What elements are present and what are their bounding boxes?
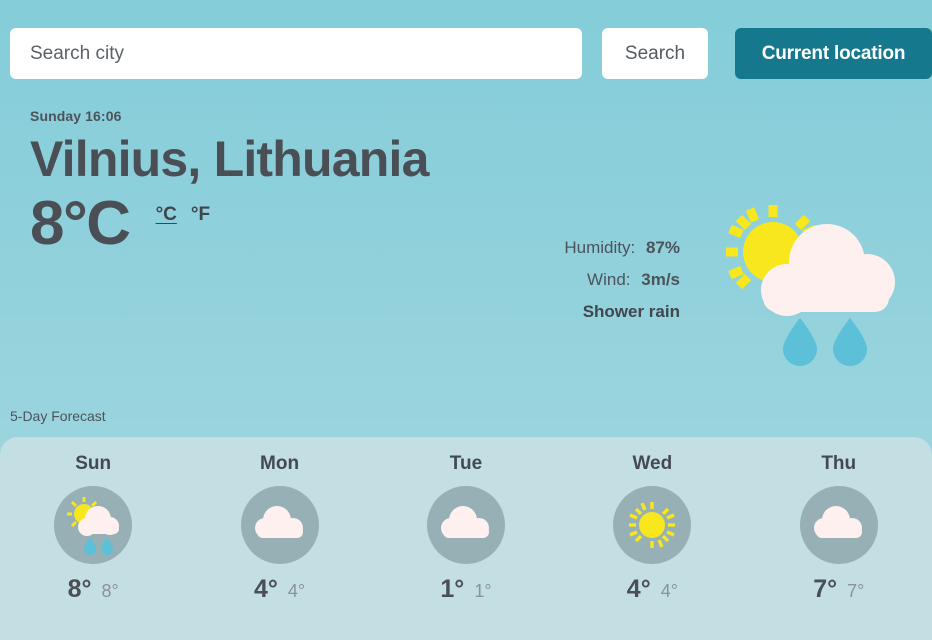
humidity-row: Humidity: 87%: [430, 238, 680, 258]
forecast-title: 5-Day Forecast: [10, 408, 106, 424]
forecast-card[interactable]: Wed 4° 4°: [577, 453, 727, 604]
forecast-card[interactable]: Mon 4° 4°: [205, 453, 355, 604]
forecast-min-temp: 4°: [660, 581, 678, 601]
unit-celsius-link[interactable]: °C: [156, 204, 177, 226]
forecast-max-temp: 8°: [67, 575, 92, 603]
forecast-temps: 7° 7°: [813, 575, 864, 604]
search-bar: Search Current location: [10, 28, 932, 79]
forecast-max-temp: 1°: [440, 575, 465, 603]
cloud-icon: [799, 486, 878, 564]
forecast-day-label: Thu: [821, 453, 857, 474]
humidity-value: 87%: [645, 238, 680, 257]
forecast-temps: 8° 8°: [68, 575, 119, 604]
city-name: Vilnius, Lithuania: [30, 131, 429, 187]
weather-description: Shower rain: [582, 302, 680, 321]
sun-cloud-rain-icon: [705, 200, 895, 370]
search-button[interactable]: Search: [602, 28, 708, 79]
unit-fahrenheit-link[interactable]: °F: [191, 204, 210, 226]
humidity-label: Humidity:: [564, 238, 636, 257]
forecast-card[interactable]: Tue 1° 1°: [391, 453, 541, 604]
unit-toggle: °C °F: [156, 204, 211, 244]
forecast-day-label: Tue: [449, 453, 483, 474]
forecast-panel: Sun 8° 8° Mon 4° 4° Tue 1° 1° Wed 4° 4° …: [0, 437, 932, 640]
weather-details: Humidity: 87% Wind: 3m/s Shower rain: [430, 238, 680, 322]
forecast-max-temp: 7°: [813, 575, 838, 603]
forecast-day-label: Mon: [260, 453, 300, 474]
forecast-min-temp: 4°: [287, 581, 306, 601]
current-temperature: 8°C: [30, 189, 131, 258]
sun-icon: [613, 486, 692, 564]
cloud-icon: [426, 486, 505, 564]
forecast-day-label: Wed: [632, 453, 673, 474]
current-datetime: Sunday 16:06: [30, 108, 122, 124]
forecast-temps: 4° 4°: [254, 575, 305, 604]
wind-label: Wind:: [587, 270, 631, 289]
forecast-max-temp: 4°: [626, 575, 651, 603]
forecast-min-temp: 8°: [101, 581, 119, 601]
forecast-min-temp: 7°: [847, 581, 865, 601]
forecast-card[interactable]: Thu 7° 7°: [764, 453, 914, 604]
forecast-day-label: Sun: [75, 453, 112, 474]
forecast-temps: 1° 1°: [440, 575, 491, 604]
current-weather: Sunday 16:06 Vilnius, Lithuania 8°C °C °…: [30, 108, 590, 255]
forecast-min-temp: 1°: [474, 581, 492, 601]
forecast-max-temp: 4°: [254, 575, 278, 603]
sun-cloud-rain-icon: [54, 486, 133, 564]
forecast-card[interactable]: Sun 8° 8°: [18, 453, 168, 604]
search-input[interactable]: [10, 28, 582, 79]
forecast-temps: 4° 4°: [627, 575, 678, 604]
wind-value: 3m/s: [641, 270, 680, 289]
cloud-icon: [240, 486, 319, 564]
current-location-button[interactable]: Current location: [735, 28, 932, 79]
wind-row: Wind: 3m/s: [430, 270, 680, 290]
